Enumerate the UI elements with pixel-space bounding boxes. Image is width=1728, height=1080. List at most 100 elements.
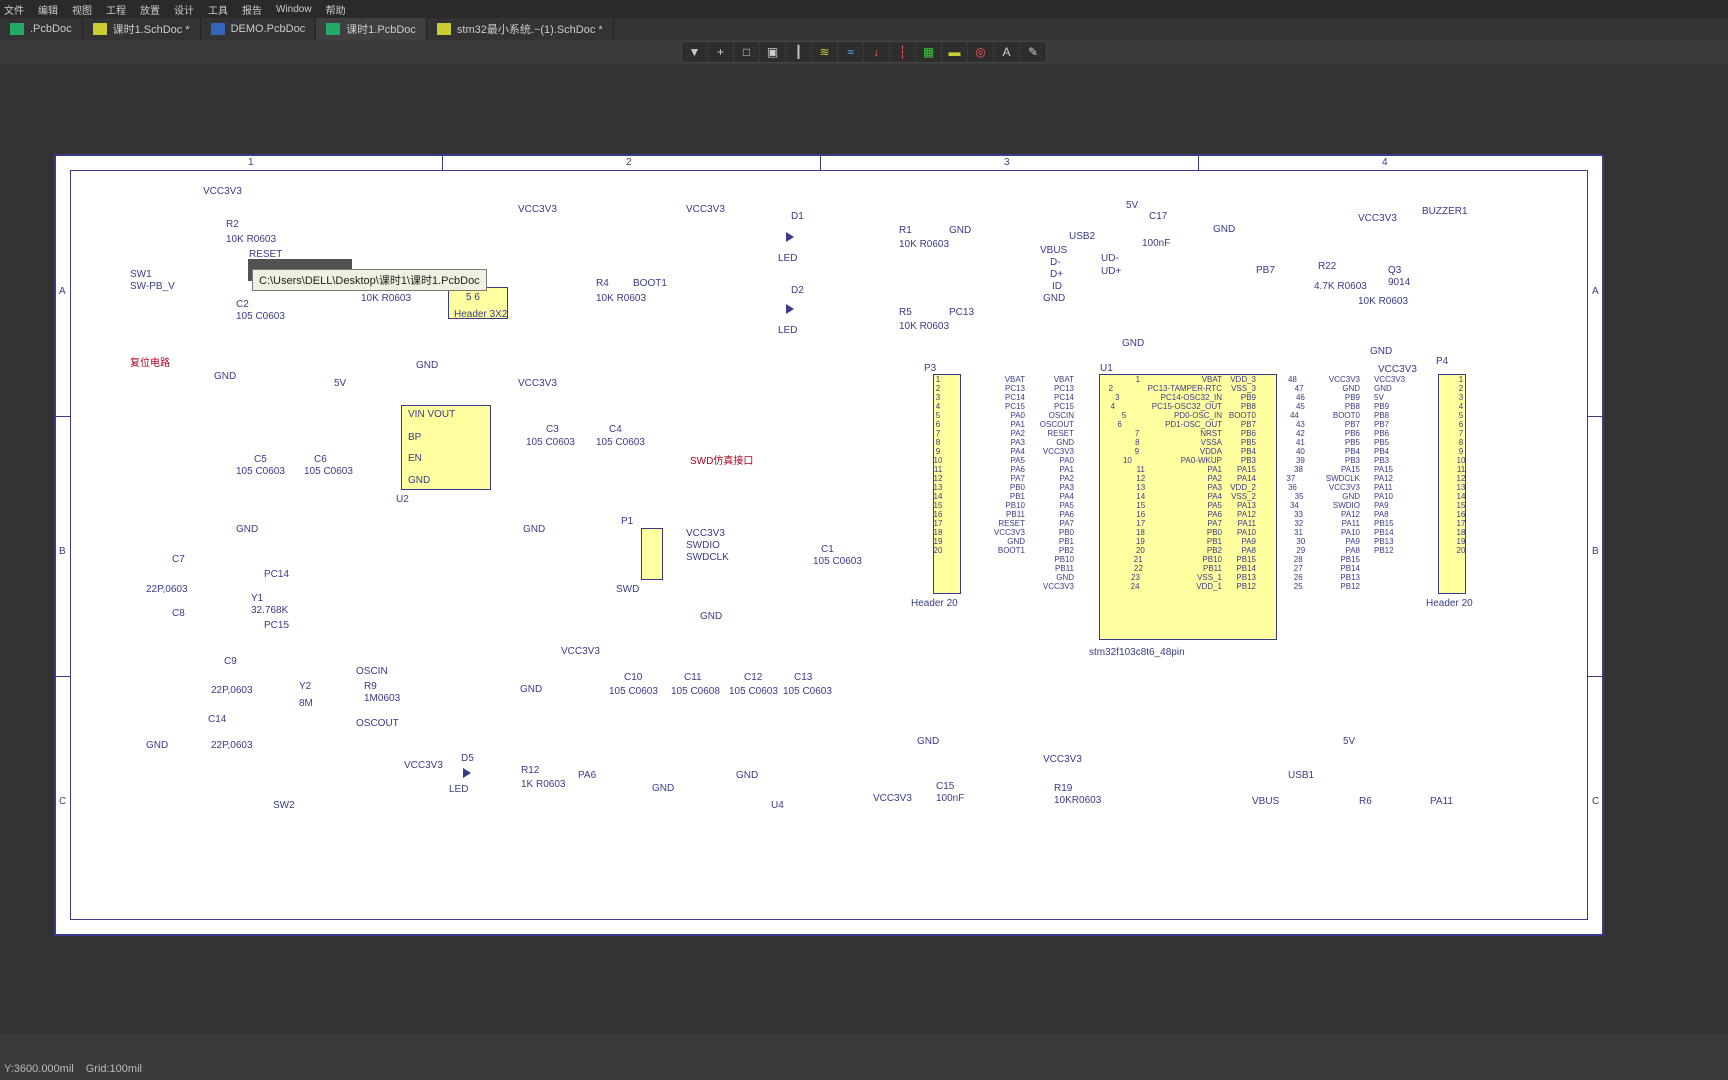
val-c15: 100nF [936,793,964,804]
tool-label[interactable]: ▬ [942,42,968,62]
tab-label: 课时1.PcbDoc [346,21,416,37]
menu-file[interactable]: 文件 [4,2,24,17]
ref-c10: C10 [624,672,642,683]
ref-c14: C14 [208,714,226,725]
tab-schdoc1[interactable]: 课时1.SchDoc * [83,18,201,40]
menu-window[interactable]: Window [276,4,312,15]
ref-q3: Q3 [1388,265,1401,276]
usb-vbus: VBUS [1252,796,1279,807]
usb-gnd: GND [1043,293,1065,304]
ref-r9: R9 [364,681,377,692]
menu-report[interactable]: 报告 [242,2,262,17]
menubar: 文件 编辑 视图 工程 放置 设计 工具 报告 Window 帮助 [0,0,1728,18]
label-icon: ▬ [949,45,961,59]
val-c4: 105 C0603 [596,437,645,448]
net-vcc3v3: VCC3V3 [686,528,725,539]
usb-dp: D+ [1050,269,1063,280]
ref-d1: D1 [791,211,804,222]
tool-bus[interactable]: ≋ [812,42,838,62]
status-grid: Grid:100mil [86,1063,142,1075]
footer-p4: Header 20 [1426,598,1473,609]
u1-pins-left: VBAT1VBATPC132PC13-TAMPER-RTCPC143PC14-O… [1024,375,1224,591]
tool-select[interactable]: □ [734,42,760,62]
ref-c5: C5 [254,454,267,465]
net-vcc3v3: VCC3V3 [404,760,443,771]
tab-pcbdoc[interactable]: .PcbDoc [0,18,83,40]
net-vcc3v3: VCC3V3 [1358,213,1397,224]
net-gnd: GND [917,736,939,747]
tool-line[interactable]: ┃ [786,42,812,62]
active-bar-toolbar: ▼ + □ ▣ ┃ ≋ ≈ ↓ ┆ ▦ ▬ ◎ A ✎ [681,41,1047,63]
pin-en: EN [408,453,422,464]
net-vcc3v3: VCC3V3 [1378,364,1417,375]
net-5v: 5V [1343,736,1355,747]
tool-align[interactable]: ▣ [760,42,786,62]
schematic-workspace[interactable]: 1 2 3 4 A B C A B C VCC3V3 R2 10K R0603 … [0,64,1728,1034]
net-gnd: GND [949,225,971,236]
val-r2: 10K R0603 [226,234,276,245]
val-c17: 100nF [1142,238,1170,249]
zone-row-c-r: C [1592,796,1599,807]
tab-demo-pcb[interactable]: DEMO.PcbDoc [201,18,317,40]
net-swdclk: SWDCLK [686,552,729,563]
ref-r2: R2 [226,219,239,230]
tool-move[interactable]: + [708,42,734,62]
val-r3: 10K R0603 [361,293,411,304]
ref-c8: C8 [172,608,185,619]
schematic-sheet[interactable]: 1 2 3 4 A B C A B C VCC3V3 R2 10K R0603 … [54,154,1604,936]
tool-filter[interactable]: ▼ [682,42,708,62]
tool-gnd[interactable]: ↓ [864,42,890,62]
val-y1: 32.768K [251,605,288,616]
tool-text[interactable]: A [994,42,1020,62]
ref-c2: C2 [236,299,249,310]
menu-place[interactable]: 放置 [140,2,160,17]
tool-wave[interactable]: ≈ [838,42,864,62]
net-pa11: PA11 [1430,796,1453,807]
val-c13: 105 C0603 [783,686,832,697]
val-r19: 10KR0603 [1054,795,1101,806]
menu-design[interactable]: 设计 [174,2,194,17]
u1-pins-right: VDD_348VCC3V3VSS_347GNDPB946PB9PB845PB8B… [1212,375,1362,591]
net-udp: UD+ [1101,266,1121,277]
ref-c17: C17 [1149,211,1167,222]
tab-stm32-sch[interactable]: stm32最小系统.~(1).SchDoc * [427,18,614,40]
sch-icon [437,23,451,35]
val-r: 10K R0603 [1358,296,1408,307]
ref-sw1: SW1 [130,269,152,280]
menu-edit[interactable]: 编辑 [38,2,58,17]
net-boot1: BOOT1 [633,278,667,289]
wave-icon: ≈ [847,45,854,59]
val-r5: 10K R0603 [899,321,949,332]
tool-port[interactable]: ◎ [968,42,994,62]
val-c1: 105 C0603 [813,556,862,567]
val-d5: LED [449,784,468,795]
ref-c7: C7 [172,554,185,565]
menu-view[interactable]: 视图 [72,2,92,17]
tool-draw[interactable]: ✎ [1020,42,1046,62]
tool-grid[interactable]: ┆ [890,42,916,62]
ref-p1: P1 [621,516,633,527]
val-r22: 4.7K R0603 [1314,281,1367,292]
ref-u1: U1 [1100,363,1113,374]
val-q3: 9014 [1388,277,1410,288]
val-c12: 105 C0603 [729,686,778,697]
status-coords: Y:3600.000mil [4,1063,74,1075]
val-c9: 22P,0603 [211,685,253,696]
menu-project[interactable]: 工程 [106,2,126,17]
ref-c9: C9 [224,656,237,667]
val-r12: 1K R0603 [521,779,565,790]
ref-d5: D5 [461,753,474,764]
ref-c4: C4 [609,424,622,435]
zone-col-2: 2 [626,157,632,168]
val-y2: 8M [299,698,313,709]
tool-component[interactable]: ▦ [916,42,942,62]
usb-dm: D- [1050,257,1061,268]
menu-help[interactable]: 帮助 [326,2,346,17]
hover-tooltip: C:\Users\DELL\Desktop\课时1\课时1.PcbDoc [252,269,487,291]
footer-u1: stm32f103c8t6_48pin [1089,647,1185,658]
net-pc14: PC14 [264,569,289,580]
val-led: LED [778,253,797,264]
menu-tools[interactable]: 工具 [208,2,228,17]
tab-pcbdoc1[interactable]: 课时1.PcbDoc [316,18,427,40]
sch-icon [93,23,107,35]
